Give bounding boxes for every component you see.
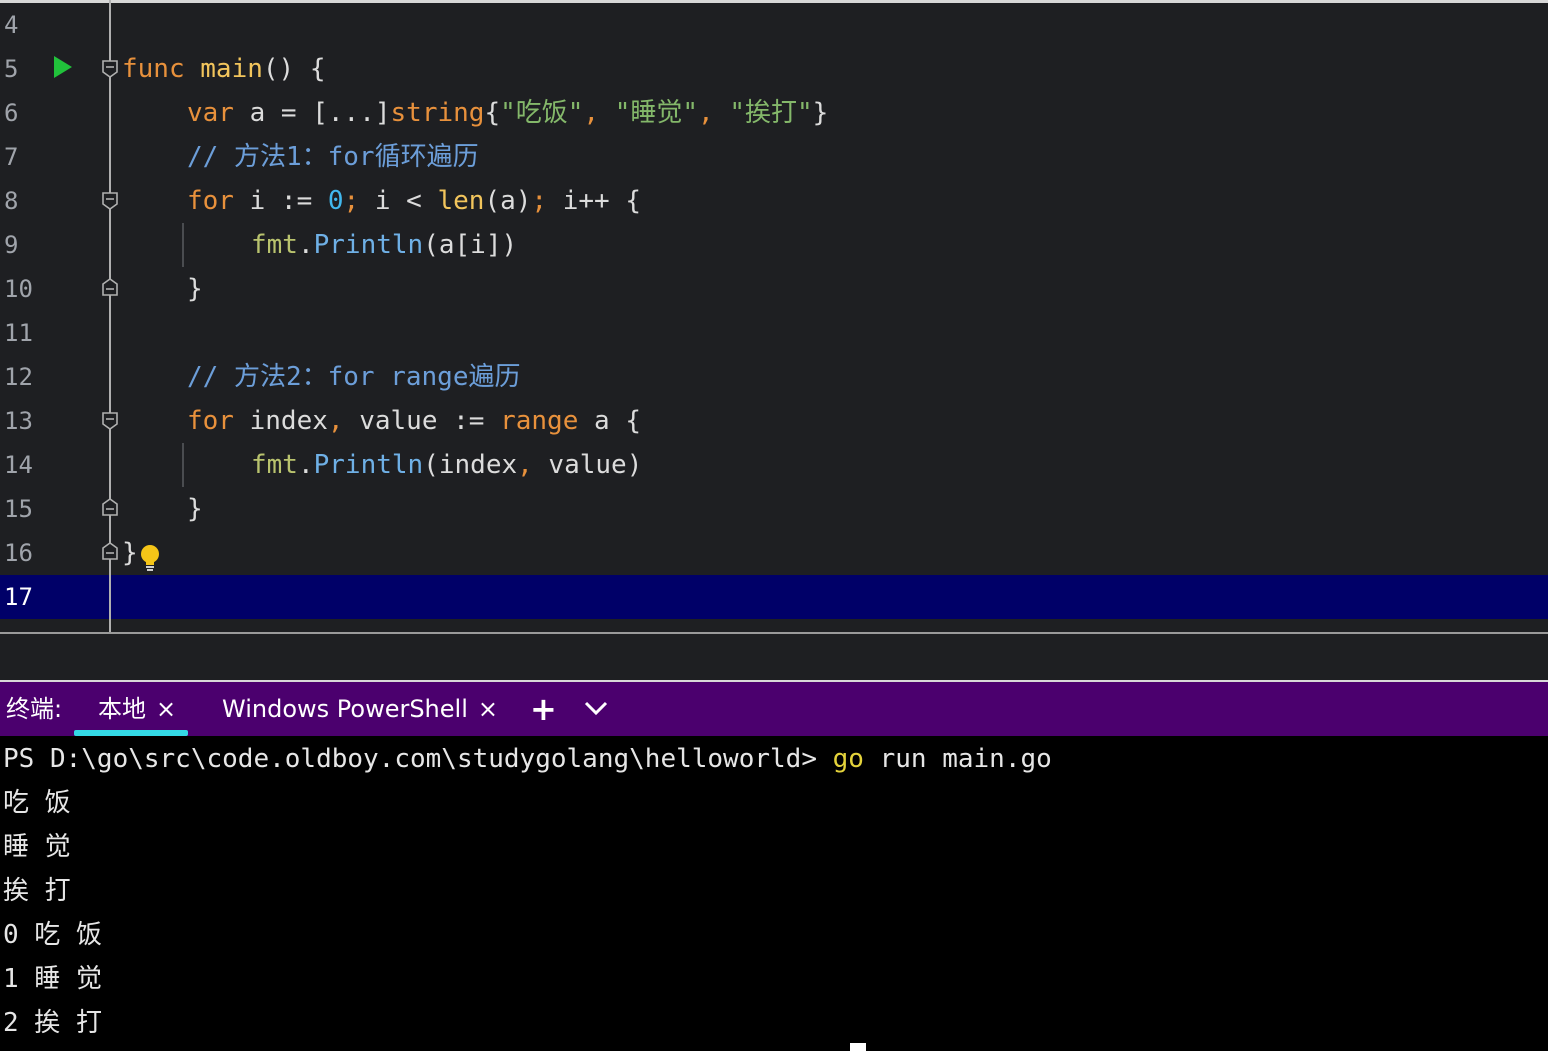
line-number: 11: [4, 319, 33, 347]
code-line-12[interactable]: 12 // 方法2：for range遍历: [0, 355, 1548, 399]
line-number: 14: [4, 451, 33, 479]
tab-label: Windows PowerShell: [222, 695, 468, 723]
terminal-output-line: 0 吃 饭: [3, 920, 102, 950]
line-number: 4: [4, 11, 19, 39]
fold-close-icon[interactable]: [101, 497, 119, 517]
code-comment: // 方法2：for range遍历: [187, 362, 521, 392]
run-gutter-icon[interactable]: [54, 56, 72, 78]
terminal-title: 终端:: [6, 695, 63, 723]
line-number: 10: [4, 275, 33, 303]
code-line-6[interactable]: 6 var a = [...]string{"吃饭", "睡觉", "挨打"}: [0, 91, 1548, 135]
code-line-7[interactable]: 7 // 方法1：for循环遍历: [0, 135, 1548, 179]
code-text: fmt.Println(a[i]): [251, 230, 518, 260]
code-line-11[interactable]: 11: [0, 311, 1548, 355]
editor-status-area: [0, 634, 1548, 680]
terminal-output-line: 睡 觉: [3, 832, 71, 862]
fold-open-icon[interactable]: [101, 191, 119, 211]
line-number: 16: [4, 539, 33, 567]
terminal-tab-bar: 终端: 本地 × Windows PowerShell × +: [0, 680, 1548, 736]
line-number: 5: [4, 55, 19, 83]
code-line-8[interactable]: 8 for i := 0; i < len(a); i++ {: [0, 179, 1548, 223]
fold-close-icon[interactable]: [101, 541, 119, 561]
line-number: 12: [4, 363, 33, 391]
code-text: func main() {: [122, 54, 326, 84]
line-number: 6: [4, 99, 19, 127]
code-editor[interactable]: 4 5 func main() { 6 var a = [...]string{…: [0, 0, 1548, 634]
line-number: 8: [4, 187, 19, 215]
close-icon[interactable]: ×: [478, 682, 498, 736]
terminal-output[interactable]: PS D:\go\src\code.oldboy.com\studygolang…: [0, 736, 1548, 1051]
add-terminal-button[interactable]: +: [530, 682, 557, 736]
code-text: for index, value := range a {: [187, 406, 641, 436]
code-line-4[interactable]: 4: [0, 3, 1548, 47]
code-line-13[interactable]: 13 for index, value := range a {: [0, 399, 1548, 443]
chevron-down-icon[interactable]: [583, 700, 609, 716]
line-number: 13: [4, 407, 33, 435]
code-comment: // 方法1：for循环遍历: [187, 142, 479, 172]
code-line-15[interactable]: 15 }: [0, 487, 1548, 531]
code-line-14[interactable]: 14 fmt.Println(index, value): [0, 443, 1548, 487]
gutter-divider: [109, 0, 111, 632]
line-number: 17: [4, 583, 33, 611]
terminal-cursor: [850, 1043, 866, 1051]
tab-windows-powershell[interactable]: Windows PowerShell ×: [222, 682, 498, 736]
code-line-10[interactable]: 10 }: [0, 267, 1548, 311]
code-line-5[interactable]: 5 func main() {: [0, 47, 1548, 91]
code-text: }: [187, 494, 203, 524]
close-icon[interactable]: ×: [156, 682, 176, 736]
line-number: 9: [4, 231, 19, 259]
code-line-17-current[interactable]: 17: [0, 575, 1548, 619]
indent-guide: [182, 443, 184, 487]
code-text: }: [187, 274, 203, 304]
code-line-9[interactable]: 9 fmt.Println(a[i]): [0, 223, 1548, 267]
fold-open-icon[interactable]: [101, 411, 119, 431]
fold-close-icon[interactable]: [101, 277, 119, 297]
terminal-output-line: 吃 饭: [3, 788, 71, 818]
indent-guide: [182, 223, 184, 267]
code-text: for i := 0; i < len(a); i++ {: [187, 186, 641, 216]
terminal-output-line: 1 睡 觉: [3, 964, 102, 994]
code-text: }: [122, 538, 138, 568]
terminal-output-line: 挨 打: [3, 876, 71, 906]
tab-local[interactable]: 本地 ×: [73, 682, 189, 736]
lightbulb-intention-icon[interactable]: [139, 543, 161, 575]
terminal-command-line: PS D:\go\src\code.oldboy.com\studygolang…: [3, 744, 1052, 774]
fold-open-icon[interactable]: [101, 59, 119, 79]
line-number: 15: [4, 495, 33, 523]
terminal-output-line: 2 挨 打: [3, 1008, 102, 1038]
code-text: fmt.Println(index, value): [251, 450, 643, 480]
line-number: 7: [4, 143, 19, 171]
code-line-16[interactable]: 16 }: [0, 531, 1548, 575]
code-text: var a = [...]string{"吃饭", "睡觉", "挨打"}: [187, 98, 829, 128]
tab-label: 本地: [98, 695, 146, 723]
